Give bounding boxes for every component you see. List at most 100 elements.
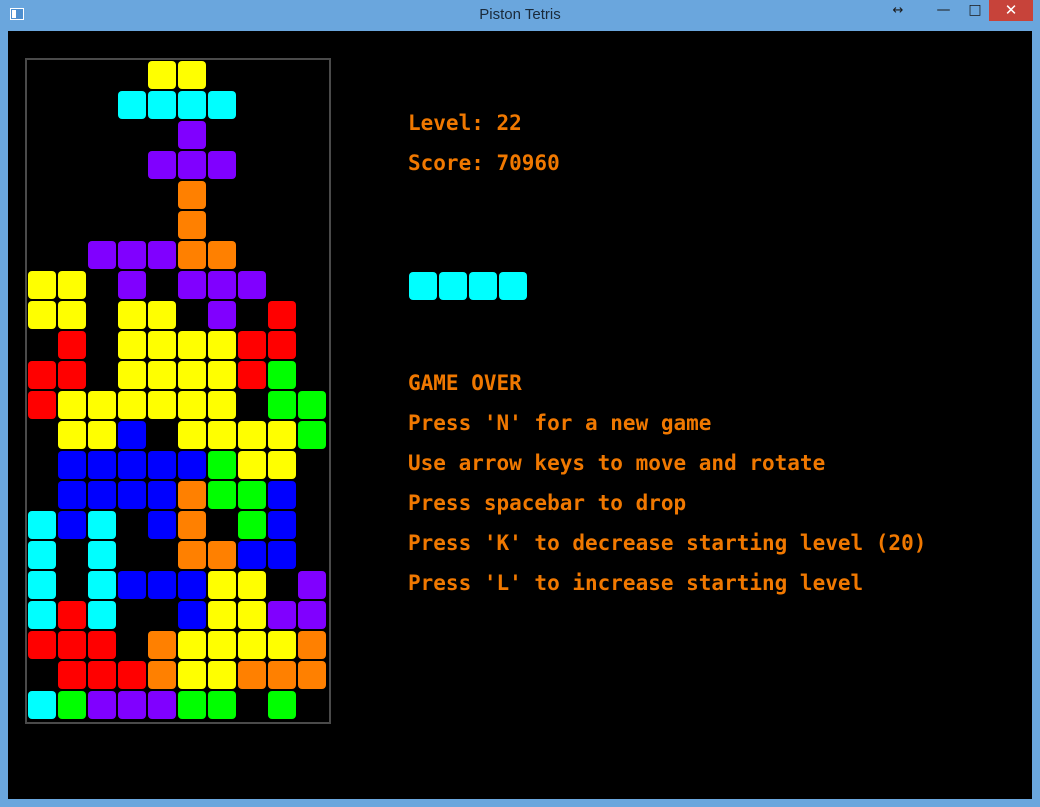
board-block xyxy=(118,391,146,419)
board-block xyxy=(118,571,146,599)
next-piece-preview xyxy=(408,271,528,301)
board-block xyxy=(268,451,296,479)
board-block xyxy=(58,661,86,689)
board-block xyxy=(88,391,116,419)
board-block xyxy=(88,451,116,479)
minimize-button[interactable]: — xyxy=(930,0,957,21)
board-block xyxy=(88,661,116,689)
board-block xyxy=(178,211,206,239)
board-block xyxy=(148,571,176,599)
board-block xyxy=(148,451,176,479)
board-block xyxy=(118,661,146,689)
level-label: Level: 22 xyxy=(408,111,522,135)
board-block xyxy=(238,541,266,569)
board-block xyxy=(208,241,236,269)
title-bar[interactable]: Piston Tetris ↔ — □ ✕ xyxy=(0,0,1040,31)
board-block xyxy=(118,91,146,119)
board-block xyxy=(208,331,236,359)
board-block xyxy=(208,301,236,329)
board-block xyxy=(118,691,146,719)
board-block xyxy=(58,511,86,539)
board-block xyxy=(28,541,56,569)
board-block xyxy=(178,271,206,299)
board-block xyxy=(88,571,116,599)
help-decrease-level: Press 'K' to decrease starting level (20… xyxy=(408,531,927,555)
board-block xyxy=(58,361,86,389)
board-block xyxy=(178,61,206,89)
board-block xyxy=(28,271,56,299)
board-block xyxy=(268,481,296,509)
board-block xyxy=(208,631,236,659)
board-block xyxy=(148,361,176,389)
help-increase-level: Press 'L' to increase starting level xyxy=(408,571,864,595)
board-block xyxy=(268,511,296,539)
board-block xyxy=(268,601,296,629)
board-block xyxy=(148,301,176,329)
board-block xyxy=(178,511,206,539)
board-block xyxy=(298,421,326,449)
close-button[interactable]: ✕ xyxy=(989,0,1033,21)
board-block xyxy=(148,631,176,659)
board-block xyxy=(208,601,236,629)
board-block xyxy=(178,571,206,599)
next-piece-block xyxy=(409,272,437,300)
tetris-board xyxy=(25,58,331,724)
board-block xyxy=(208,661,236,689)
board-block xyxy=(208,451,236,479)
board-block xyxy=(118,241,146,269)
help-move-rotate: Use arrow keys to move and rotate xyxy=(408,451,826,475)
board-block xyxy=(298,631,326,659)
board-block xyxy=(58,331,86,359)
board-block xyxy=(58,271,86,299)
board-block xyxy=(88,601,116,629)
board-block xyxy=(178,691,206,719)
board-block xyxy=(238,331,266,359)
game-over-label: GAME OVER xyxy=(408,371,522,395)
board-block xyxy=(208,271,236,299)
board-block xyxy=(208,421,236,449)
board-block xyxy=(268,361,296,389)
board-block xyxy=(58,631,86,659)
board-block xyxy=(58,481,86,509)
board-block xyxy=(28,511,56,539)
app-window: Piston Tetris ↔ — □ ✕ Level: 22 Score: 7… xyxy=(0,0,1040,807)
board-block xyxy=(268,661,296,689)
board-block xyxy=(118,421,146,449)
board-block xyxy=(118,301,146,329)
board-block xyxy=(238,631,266,659)
resize-icon[interactable]: ↔ xyxy=(886,0,910,21)
next-piece-block xyxy=(439,272,467,300)
board-block xyxy=(178,481,206,509)
board-block xyxy=(88,631,116,659)
board-block xyxy=(178,151,206,179)
board-block xyxy=(118,481,146,509)
board-block xyxy=(178,391,206,419)
board-block xyxy=(178,121,206,149)
board-block xyxy=(178,451,206,479)
board-block xyxy=(178,241,206,269)
board-block xyxy=(148,241,176,269)
next-piece-block xyxy=(469,272,497,300)
board-block xyxy=(238,421,266,449)
board-block xyxy=(178,331,206,359)
board-block xyxy=(268,391,296,419)
board-block xyxy=(208,91,236,119)
board-block xyxy=(238,571,266,599)
board-block xyxy=(178,661,206,689)
board-block xyxy=(178,181,206,209)
board-block xyxy=(58,601,86,629)
board-block xyxy=(298,391,326,419)
help-new-game: Press 'N' for a new game xyxy=(408,411,712,435)
board-block xyxy=(238,601,266,629)
board-block xyxy=(148,511,176,539)
board-block xyxy=(148,331,176,359)
game-canvas[interactable]: Level: 22 Score: 70960 GAME OVER Press '… xyxy=(8,31,1032,799)
maximize-button[interactable]: □ xyxy=(963,0,987,21)
board-block xyxy=(148,691,176,719)
board-block xyxy=(298,601,326,629)
board-block xyxy=(208,481,236,509)
board-block xyxy=(238,271,266,299)
board-block xyxy=(208,691,236,719)
board-block xyxy=(58,301,86,329)
board-block xyxy=(178,421,206,449)
